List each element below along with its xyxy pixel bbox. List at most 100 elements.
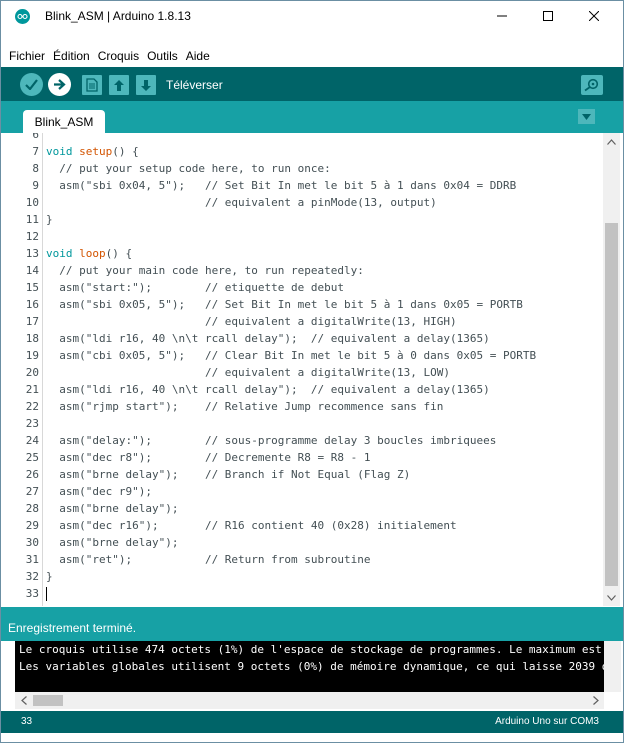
save-icon [141,79,151,91]
code-area[interactable]: 6 7 void setup() {8 // put your setup code… [15,133,603,606]
code-text: void setup() { [46,145,139,158]
line-number: 29 [25,519,39,532]
line-number: 24 [25,434,39,447]
code-line[interactable]: 28 asm("brne delay"); [15,500,603,517]
tab-menu-button[interactable] [578,109,595,124]
console-line: Le croquis utilise 474 octets (1%) de l'… [19,643,602,656]
code-line[interactable]: 19 asm("cbi 0x05, 5"); // Clear Bit In m… [15,347,603,364]
save-button[interactable] [136,75,156,95]
code-text: asm("brne delay"); [46,502,179,515]
code-text: asm("delay:"); // sous-programme delay 3… [46,434,497,447]
code-line[interactable]: 9 asm("sbi 0x04, 5"); // Set Bit In met … [15,177,603,194]
line-number: 18 [25,332,39,345]
maximize-button[interactable] [525,1,571,31]
scroll-right-arrow-icon[interactable] [587,692,604,709]
code-line[interactable]: 18 asm("ldi r16, 40 \n\t rcall delay"); … [15,330,603,347]
code-line[interactable]: 20 // equivalent a digitalWrite(13, LOW) [15,364,603,381]
code-line[interactable]: 10 // equivalent a pinMode(13, output) [15,194,603,211]
code-text: asm("rjmp start"); // Relative Jump reco… [46,400,444,413]
console-scroll-thumb[interactable] [33,695,63,706]
upload-button[interactable] [48,73,71,96]
close-button[interactable] [571,1,617,31]
line-number: 32 [25,570,39,583]
code-line[interactable]: 7 void setup() { [15,143,603,160]
code-line[interactable]: 16 asm("sbi 0x05, 5"); // Set Bit In met… [15,296,603,313]
code-line[interactable]: 11} [15,211,603,228]
line-number: 26 [25,468,39,481]
code-line[interactable]: 22 asm("rjmp start"); // Relative Jump r… [15,398,603,415]
code-text: } [46,570,53,583]
line-number: 20 [25,366,39,379]
current-line-number: 33 [21,716,33,727]
code-line[interactable]: 23 [15,415,603,432]
line-number: 33 [25,587,39,600]
code-text: // equivalent a pinMode(13, output) [46,196,437,209]
code-text: // put your setup code here, to run once… [46,162,331,175]
code-line[interactable]: 8 // put your setup code here, to run on… [15,160,603,177]
scroll-left-arrow-icon[interactable] [15,692,32,709]
code-editor[interactable]: 6 7 void setup() {8 // put your setup code… [15,133,620,606]
minimize-button[interactable] [479,1,525,31]
new-icon [86,78,98,92]
menu-edition[interactable]: Édition [49,49,94,63]
title-bar: Blink_ASM | Arduino 1.8.13 [1,1,623,31]
new-button[interactable] [82,75,102,95]
line-number: 6 [32,133,39,141]
menu-croquis[interactable]: Croquis [94,49,143,63]
code-line[interactable]: 17 // equivalent a digitalWrite(13, HIGH… [15,313,603,330]
code-text: asm("dec r9"); [46,485,152,498]
line-number: 16 [25,298,39,311]
code-text: asm("ret"); // Return from subroutine [46,553,371,566]
code-line[interactable]: 14 // put your main code here, to run re… [15,262,603,279]
code-line[interactable]: 30 asm("brne delay"); [15,534,603,551]
line-number: 11 [25,213,39,226]
scroll-up-arrow-icon[interactable] [603,133,620,150]
editor-vertical-scrollbar[interactable] [603,133,620,606]
console-vertical-scrollbar[interactable] [604,641,621,692]
line-number: 19 [25,349,39,362]
code-text: // put your main code here, to run repea… [46,264,364,277]
line-number: 12 [25,230,39,243]
code-line[interactable]: 12 [15,228,603,245]
line-number: 9 [32,179,39,192]
code-line[interactable]: 6 [15,133,603,143]
editor-console-divider[interactable] [1,607,623,615]
line-number: 22 [25,400,39,413]
console-horizontal-scrollbar[interactable] [15,692,604,709]
line-number: 21 [25,383,39,396]
code-text: asm("ldi r16, 40 \n\t rcall delay"); // … [46,332,490,345]
line-number: 23 [25,417,39,430]
open-button[interactable] [109,75,129,95]
menu-aide[interactable]: Aide [182,49,214,63]
code-line[interactable]: 29 asm("dec r16"); // R16 contient 40 (0… [15,517,603,534]
tab-blink-asm[interactable]: Blink_ASM [23,110,105,133]
arduino-ide-window: Blink_ASM | Arduino 1.8.13 Fichier Éditi… [0,0,624,743]
code-line[interactable]: 15 asm("start:"); // etiquette de debut [15,279,603,296]
verify-button[interactable] [20,73,43,96]
open-icon [114,79,124,91]
text-cursor [46,587,47,601]
console-output[interactable]: Le croquis utilise 474 octets (1%) de l'… [15,641,604,692]
tab-bar: Blink_ASM [1,101,623,133]
code-line[interactable]: 27 asm("dec r9"); [15,483,603,500]
board-port-label: Arduino Uno sur COM3 [495,716,599,727]
window-title: Blink_ASM | Arduino 1.8.13 [45,9,191,23]
code-line[interactable]: 33 [15,585,603,602]
verify-icon [25,79,38,90]
bottom-status-bar: 33 Arduino Uno sur COM3 [1,711,623,733]
code-line[interactable]: 24 asm("delay:"); // sous-programme dela… [15,432,603,449]
code-line[interactable]: 31 asm("ret"); // Return from subroutine [15,551,603,568]
line-number: 13 [25,247,39,260]
code-line[interactable]: 25 asm("dec r8"); // Decremente R8 = R8 … [15,449,603,466]
menu-outils[interactable]: Outils [143,49,182,63]
code-line[interactable]: 32} [15,568,603,585]
scroll-down-arrow-icon[interactable] [603,589,620,606]
code-line[interactable]: 13 void loop() { [15,245,603,262]
menu-fichier[interactable]: Fichier [5,49,49,63]
serial-monitor-button[interactable] [581,75,603,95]
code-text: void loop() { [46,247,133,260]
code-line[interactable]: 21 asm("ldi r16, 40 \n\t rcall delay"); … [15,381,603,398]
code-line[interactable]: 26 asm("brne delay"); // Branch if Not E… [15,466,603,483]
code-text: asm("sbi 0x05, 5"); // Set Bit In met le… [46,298,523,311]
editor-scroll-thumb[interactable] [605,223,618,586]
